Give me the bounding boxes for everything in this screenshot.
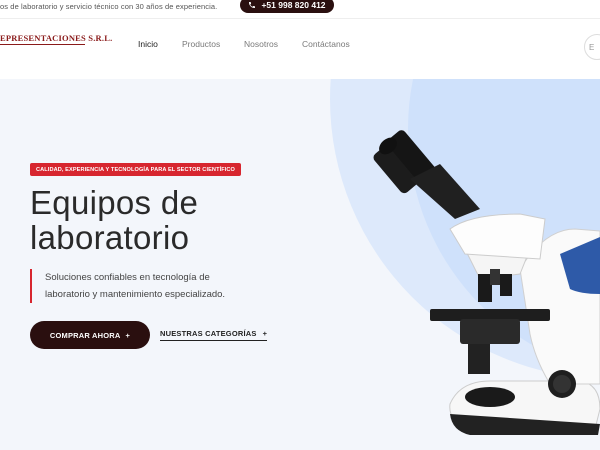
- categories-label: NUESTRAS CATEGORÍAS: [160, 329, 257, 338]
- hero-title-line2: laboratorio: [30, 219, 190, 256]
- hero-section: CALIDAD, EXPERIENCIA Y TECNOLOGÍA PARA E…: [0, 79, 600, 450]
- company-logo[interactable]: EPRESENTACIONES S.R.L.: [0, 33, 112, 43]
- logo-underline: [0, 44, 85, 45]
- phone-icon: [249, 2, 256, 8]
- hero-desc-line1: Soluciones confiables en tecnología de: [45, 272, 210, 283]
- site-header: EPRESENTACIONES S.R.L. Inicio Productos …: [0, 18, 600, 79]
- microscope-image: [373, 130, 600, 435]
- hero-title-line1: Equipos de: [30, 184, 199, 221]
- buy-now-button[interactable]: COMPRAR AHORA +: [30, 321, 150, 349]
- nav-inicio[interactable]: Inicio: [138, 39, 158, 49]
- phone-number: +51 998 820 412: [261, 0, 326, 10]
- nav-productos[interactable]: Productos: [182, 39, 220, 49]
- plus-icon: +: [125, 330, 131, 340]
- nav-nosotros[interactable]: Nosotros: [244, 39, 278, 49]
- hero-badge: CALIDAD, EXPERIENCIA Y TECNOLOGÍA PARA E…: [30, 163, 242, 176]
- categories-link[interactable]: NUESTRAS CATEGORÍAS +: [160, 329, 268, 341]
- phone-button[interactable]: +51 998 820 412: [240, 0, 334, 13]
- top-info-bar: os de laboratorio y servicio técnico con…: [0, 0, 600, 18]
- plus-icon: +: [262, 329, 268, 338]
- header-action-button[interactable]: E: [584, 34, 600, 60]
- hero-title: Equipos de laboratorio: [30, 185, 310, 255]
- nav-contactanos[interactable]: Contáctanos: [302, 39, 350, 49]
- hero-description: Soluciones confiables en tecnología de l…: [30, 269, 280, 303]
- hero-desc-line2: laboratorio y mantenimiento especializad…: [45, 289, 226, 300]
- buy-now-label: COMPRAR AHORA: [49, 330, 121, 340]
- topbar-tagline: os de laboratorio y servicio técnico con…: [0, 2, 218, 11]
